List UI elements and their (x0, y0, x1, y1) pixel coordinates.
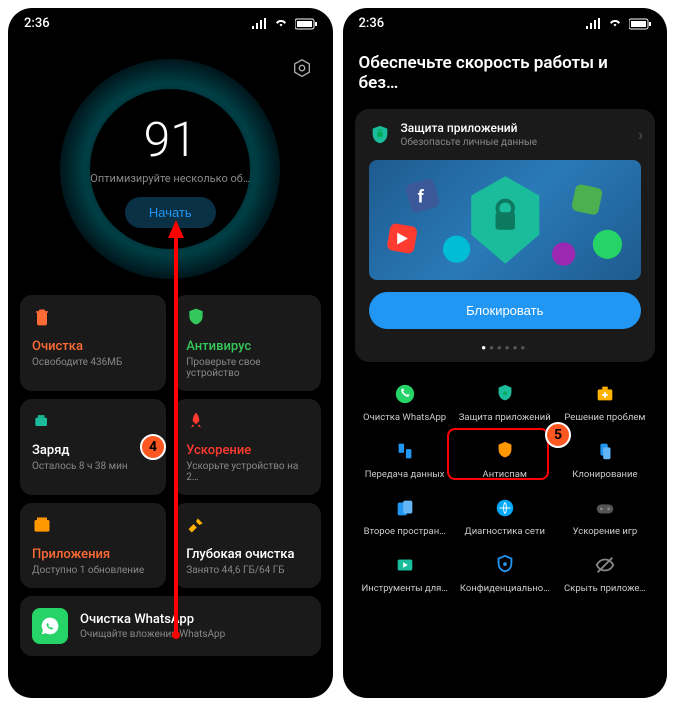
feature-grid: Очистка Освободите 436МБ Антивирус Прове… (8, 295, 333, 588)
card-boost[interactable]: Ускорение Ускорьте устройство на 2… (174, 399, 320, 495)
page-indicator: ●●●●●● (355, 343, 656, 362)
tool-privacy[interactable]: Конфиденциально… (455, 547, 555, 600)
card-title: Ускорение (186, 443, 308, 458)
shield-lock-icon (369, 124, 391, 146)
score-ring: 91 Оптимизируйте несколько об… Начать (60, 59, 280, 279)
tool-second-space[interactable]: Второе простран… (355, 490, 455, 543)
score-subtitle: Оптимизируйте несколько об… (90, 172, 250, 185)
annotation-badge-4: 4 (140, 434, 166, 460)
battery-icon (32, 411, 52, 431)
start-button[interactable]: Начать (125, 197, 216, 228)
broom-icon (186, 515, 206, 535)
card-antivirus[interactable]: Антивирус Проверьте свое устройство (174, 295, 320, 391)
tool-antispam[interactable]: Антиспам (455, 433, 555, 486)
card-sub: Освободите 436МБ (32, 357, 154, 368)
tool-video-tools[interactable]: Инструменты для… (355, 547, 455, 600)
status-time: 2:36 (24, 16, 50, 31)
chevron-right-icon: › (638, 125, 643, 144)
card-title: Очистка (32, 339, 154, 354)
card-sub: Доступно 1 обновление (32, 565, 154, 576)
whatsapp-icon (32, 608, 68, 644)
tool-game-boost[interactable]: Ускорение игр (555, 490, 655, 543)
card-sub: Осталось 8 ч 38 мин (32, 461, 154, 472)
whatsapp-cleanup-card[interactable]: Очистка WhatsApp Очищайте вложения Whats… (20, 596, 321, 656)
promo-card[interactable]: Защита приложений Обезопасьте личные дан… (355, 109, 656, 362)
card-deep-clean[interactable]: Глубокая очистка Занято 44,6 ГБ/64 ГБ (174, 503, 320, 588)
tools-grid: Очистка WhatsApp Защита приложений Решен… (343, 368, 668, 608)
card-apps[interactable]: Приложения Доступно 1 обновление (20, 503, 166, 588)
card-cleanup[interactable]: Очистка Освободите 436МБ (20, 295, 166, 391)
svg-text:f: f (417, 187, 424, 207)
status-time: 2:36 (359, 16, 385, 31)
tool-troubleshoot[interactable]: Решение проблем (555, 376, 655, 429)
wa-sub: Очищайте вложения WhatsApp (80, 629, 225, 640)
card-title: Заряд (32, 443, 154, 458)
card-title: Приложения (32, 547, 154, 562)
card-sub: Проверьте свое устройство (186, 357, 308, 379)
tool-app-lock[interactable]: Защита приложений (455, 376, 555, 429)
promo-title: Защита приложений (401, 121, 538, 135)
annotation-badge-5: 5 (545, 422, 571, 448)
tool-clone[interactable]: Клонирование (555, 433, 655, 486)
phone-screen-2: 2:36 Обеспечьте скорость работы и без… З… (343, 8, 668, 698)
shield-icon (186, 307, 206, 327)
card-sub: Занято 44,6 ГБ/64 ГБ (186, 565, 308, 576)
block-button[interactable]: Блокировать (369, 292, 642, 329)
tool-whatsapp-cleanup[interactable]: Очистка WhatsApp (355, 376, 455, 429)
promo-illustration: f (369, 160, 642, 280)
tool-data-transfer[interactable]: Передача данных (355, 433, 455, 486)
apps-icon (32, 515, 52, 535)
score-value: 91 (90, 111, 250, 168)
status-bar: 2:36 (8, 8, 333, 39)
tool-network-diag[interactable]: Диагностика сети (455, 490, 555, 543)
trash-icon (32, 307, 52, 327)
status-bar: 2:36 (343, 8, 668, 39)
status-icons (251, 18, 317, 30)
card-title: Глубокая очистка (186, 547, 308, 562)
tool-hide-apps[interactable]: Скрыть приложе… (555, 547, 655, 600)
page-title: Обеспечьте скорость работы и без… (343, 39, 668, 103)
card-title: Антивирус (186, 339, 308, 354)
wa-title: Очистка WhatsApp (80, 612, 225, 627)
phone-screen-1: 2:36 91 Оптимизируйте несколько об… Нача… (8, 8, 333, 698)
rocket-icon (186, 411, 206, 431)
status-icons (585, 18, 651, 30)
settings-icon[interactable] (291, 58, 313, 84)
card-sub: Ускорьте устройство на 2… (186, 461, 308, 483)
promo-sub: Обезопасьте личные данные (401, 137, 538, 148)
